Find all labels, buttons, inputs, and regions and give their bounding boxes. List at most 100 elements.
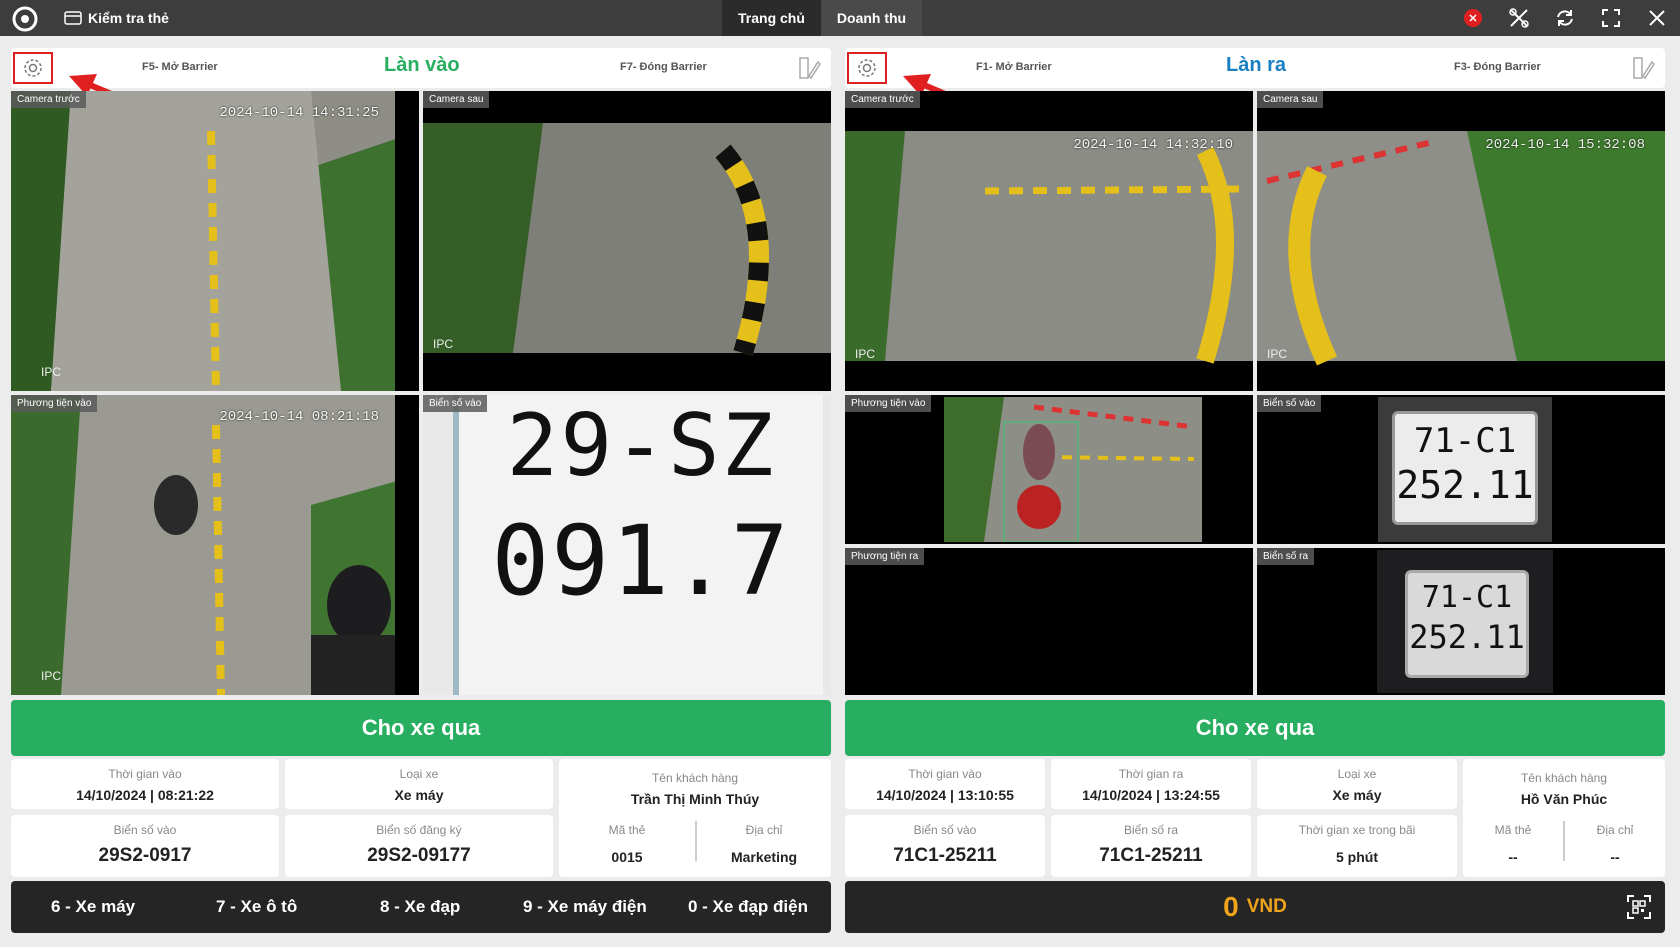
cam-label: Phương tiện vào (11, 395, 98, 412)
ipc-watermark: IPC (1267, 347, 1288, 361)
vehicle-in-view[interactable]: Phương tiện vào (845, 395, 1253, 544)
fullscreen-button[interactable] (1588, 0, 1634, 36)
plate-reg-value: 29S2-09177 (367, 845, 471, 866)
customer-value: Hồ Văn Phúc (1520, 791, 1608, 807)
edit-barrier-icon[interactable] (797, 56, 821, 80)
plate-out-label: Biển số ra (1123, 823, 1179, 837)
card-id-block: Mã thẻ 0015 (559, 815, 695, 865)
vehicle-type-card: Loại xe Xe máy (285, 759, 553, 809)
plate-image: 71-C1 252.11 (1377, 550, 1553, 693)
allow-pass-button[interactable]: Cho xe qua (11, 700, 831, 756)
cam-label: Camera trước (11, 91, 86, 108)
camera-feed-image (944, 397, 1202, 542)
plate-in-view[interactable]: 71-C1 252.11 Biển số vào (1257, 395, 1665, 544)
gear-icon (858, 59, 876, 77)
time-in-card: Thời gian vào 14/10/2024 | 08:21:22 (11, 759, 279, 809)
address-label: Địa chỉ (1596, 823, 1634, 837)
plate-line1: 71-C1 (1421, 580, 1513, 615)
vehicle-type-option[interactable]: 0 - Xe đạp điện (688, 881, 808, 933)
cam-label: Phương tiện vào (845, 395, 932, 412)
lane-in-settings-button[interactable] (13, 52, 53, 84)
vehicle-type-value: Xe máy (394, 787, 444, 803)
lane-in-panel: F5- Mở Barrier Làn vào F7- Đóng Barrier … (11, 48, 831, 934)
time-in-label: Thời gian vào (108, 767, 182, 781)
cam-front-view[interactable]: Camera trước 2024-10-14 14:32:10 IPC (845, 91, 1253, 391)
plate-line1: 29-SZ (506, 396, 776, 496)
duration-label: Thời gian xe trong bãi (1298, 823, 1416, 837)
qr-scan-icon[interactable] (1627, 895, 1651, 919)
cam-rear-view[interactable]: Camera sau IPC (423, 91, 831, 391)
lane-out-title: Làn ra (1226, 54, 1287, 76)
allow-pass-button[interactable]: Cho xe qua (845, 700, 1665, 756)
customer-label: Tên khách hàng (1520, 771, 1608, 785)
cam-timestamp: 2024-10-14 15:32:08 (1485, 137, 1645, 153)
ipc-watermark: IPC (855, 347, 876, 361)
edit-barrier-icon[interactable] (1631, 56, 1655, 80)
plate-in-card: Biển số vào 71C1-25211 (845, 815, 1045, 877)
fullscreen-icon (1602, 9, 1620, 27)
lane-out-settings-button[interactable] (847, 52, 887, 84)
time-in-label: Thời gian vào (908, 767, 982, 781)
fee-currency: VND (1246, 896, 1287, 917)
refresh-icon (1557, 10, 1573, 26)
vehicle-type-value: Xe máy (1332, 787, 1382, 803)
plate-in-label: Biển số vào (913, 823, 977, 837)
time-out-value: 14/10/2024 | 13:24:55 (1082, 787, 1220, 803)
vehicle-type-option[interactable]: 9 - Xe máy điện (523, 881, 647, 933)
duration-value: 5 phút (1336, 849, 1378, 865)
time-out-card: Thời gian ra 14/10/2024 | 13:24:55 (1051, 759, 1251, 809)
plate-out-view[interactable]: 71-C1 252.11 Biển số ra (1257, 548, 1665, 695)
close-circle-icon: ✕ (1464, 9, 1482, 27)
time-in-value: 14/10/2024 | 13:10:55 (876, 787, 1014, 803)
plate-in-view[interactable]: 29-SZ 091.7 Biển số vào (423, 395, 831, 695)
plate-line2: 091.7 (491, 505, 791, 617)
plate-line2: 252.11 (1396, 463, 1534, 507)
plate-image: 29-SZ 091.7 (453, 395, 823, 695)
notification-close-button[interactable]: ✕ (1450, 0, 1496, 36)
close-window-button[interactable] (1634, 0, 1680, 36)
tab-home[interactable]: Trang chủ (722, 0, 821, 36)
vehicle-type-option[interactable]: 8 - Xe đạp (380, 881, 460, 933)
customer-card: Tên khách hàng Hồ Văn Phúc Mã thẻ -- Địa… (1463, 759, 1665, 877)
vehicle-type-option[interactable]: 7 - Xe ô tô (216, 881, 297, 933)
customer-label: Tên khách hàng (651, 771, 739, 785)
plate-out-card: Biển số ra 71C1-25211 (1051, 815, 1251, 877)
cam-rear-view[interactable]: Camera sau 2024-10-14 15:32:08 IPC (1257, 91, 1665, 391)
nav-tabs: Trang chủ Doanh thu (722, 0, 923, 36)
time-in-value: 14/10/2024 | 08:21:22 (76, 787, 214, 803)
card-icon (64, 11, 82, 25)
close-barrier-button[interactable]: F7- Đóng Barrier (620, 61, 707, 73)
card-id-label: Mã thẻ (1494, 823, 1532, 837)
plate-reg-card: Biển số đăng ký 29S2-09177 (285, 815, 553, 877)
close-barrier-button[interactable]: F3- Đóng Barrier (1454, 61, 1541, 73)
tools-button[interactable] (1496, 0, 1542, 36)
cam-label: Phương tiện ra (845, 548, 925, 565)
plate-in-card: Biển số vào 29S2-0917 (11, 815, 279, 877)
vehicle-type-option[interactable]: 6 - Xe máy (51, 881, 135, 933)
plate-image: 71-C1 252.11 (1378, 397, 1552, 542)
camera-feed-image (11, 91, 419, 391)
vehicle-type-label: Loại xe (399, 767, 439, 781)
vehicle-in-view[interactable]: Phương tiện vào 2024-10-14 08:21:18 IPC (11, 395, 419, 695)
fee-display: 0 VND (845, 881, 1665, 933)
fee-amount: 0 (1223, 891, 1239, 922)
title-bar: Kiểm tra thẻ Trang chủ Doanh thu ✕ (0, 0, 1680, 36)
address-block: Địa chỉ -- (1565, 815, 1665, 865)
plate-in-value: 29S2-0917 (98, 845, 192, 866)
time-out-label: Thời gian ra (1118, 767, 1184, 781)
ipc-watermark: IPC (41, 669, 62, 683)
vehicle-type-bar: 6 - Xe máy 7 - Xe ô tô 8 - Xe đạp 9 - Xe… (11, 881, 831, 933)
tab-revenue[interactable]: Doanh thu (820, 0, 923, 36)
plate-box: 71-C1 252.11 (1405, 570, 1529, 678)
cam-label: Camera sau (423, 91, 490, 108)
vehicle-type-label: Loại xe (1337, 767, 1377, 781)
vehicle-out-view[interactable]: Phương tiện ra (845, 548, 1253, 695)
address-label: Địa chỉ (745, 823, 783, 837)
cam-label: Camera trước (845, 91, 920, 108)
refresh-button[interactable] (1542, 0, 1588, 36)
cam-front-view[interactable]: Camera trước 2024-10-14 14:31:25 IPC (11, 91, 419, 391)
ipc-watermark: IPC (41, 365, 62, 379)
time-in-card: Thời gian vào 14/10/2024 | 13:10:55 (845, 759, 1045, 809)
app-title-text: Kiểm tra thẻ (88, 10, 169, 26)
plate-reg-label: Biển số đăng ký (376, 823, 462, 837)
